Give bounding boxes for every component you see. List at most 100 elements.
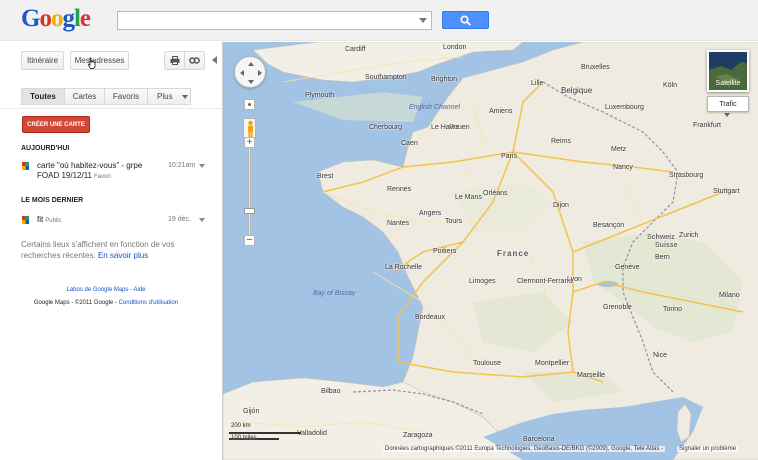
report-problem-link[interactable]: Signaler un problème xyxy=(677,446,739,452)
city-label: Nancy xyxy=(613,164,633,171)
city-label: Frankfurt xyxy=(693,122,722,129)
header: Google xyxy=(0,0,758,41)
map-title-line2[interactable]: FOAD 19/12/11 xyxy=(37,171,92,180)
tab-more-label: Plus xyxy=(157,92,173,101)
city-label: Belgique xyxy=(561,86,593,95)
collapse-panel-icon[interactable] xyxy=(212,56,217,64)
city-label: Nice xyxy=(653,352,668,359)
traffic-button[interactable]: Trafic xyxy=(707,96,749,112)
search-input[interactable] xyxy=(118,12,431,29)
city-label: London xyxy=(443,44,467,51)
recent-note: Certains lieux s'affichent en fonction d… xyxy=(21,239,191,261)
scale-miles-label: 100 miles xyxy=(231,435,257,441)
city-label: Genève xyxy=(615,264,640,271)
itinerary-button[interactable]: Itinéraire xyxy=(21,51,64,70)
city-label: Rennes xyxy=(387,186,412,193)
print-button[interactable] xyxy=(164,51,185,70)
tab-more[interactable]: Plus xyxy=(147,88,191,105)
list-item[interactable]: carte "où habitez-vous" - grpe FOAD 19/1… xyxy=(21,161,211,183)
map-pin-icon xyxy=(22,216,29,224)
tab-favorites[interactable]: Favoris xyxy=(104,88,148,105)
scale-km-bar xyxy=(229,432,301,434)
zoom-in-button[interactable]: + xyxy=(244,137,255,148)
sea-label: Bay of Biscay xyxy=(313,290,356,297)
city-label: Cherbourg xyxy=(369,124,403,131)
city-label: Bern xyxy=(655,254,670,261)
search-icon xyxy=(460,15,472,26)
map-title: fit Public xyxy=(37,215,62,226)
region-label: Schweiz xyxy=(647,234,675,241)
map-title[interactable]: carte "où habitez-vous" - grpe xyxy=(37,161,142,171)
map-time: 10:21am xyxy=(168,162,196,169)
tab-maps[interactable]: Cartes xyxy=(64,88,105,105)
map-pin-icon xyxy=(22,162,29,170)
zoom-slider-track[interactable] xyxy=(248,148,251,236)
city-label: Limoges xyxy=(469,278,496,285)
map-canvas[interactable]: English Channel Bay of Biscay France Car… xyxy=(222,42,758,460)
city-label: Clermont-Ferrand xyxy=(517,278,573,285)
tab-all[interactable]: Toutes xyxy=(21,88,65,105)
city-label: Orléans xyxy=(483,190,508,197)
city-label: Barcelona xyxy=(523,436,555,443)
footer: Google Maps - ©2011 Google - Conditions … xyxy=(0,300,212,306)
city-label: Bilbao xyxy=(321,388,341,395)
city-label: Amiens xyxy=(489,108,513,115)
city-label: Grenoble xyxy=(603,304,632,311)
google-logo[interactable]: Google xyxy=(21,5,91,33)
zoom-slider-handle[interactable] xyxy=(244,208,255,214)
zoom-out-button[interactable]: − xyxy=(244,235,255,246)
create-map-button[interactable]: CRÉER UNE CARTE xyxy=(22,116,90,133)
city-label: Zurich xyxy=(679,232,699,239)
city-label: Montpellier xyxy=(535,360,570,367)
terms-link[interactable]: Conditions d'utilisation xyxy=(119,300,179,306)
city-label: Paris xyxy=(501,153,517,160)
city-label: Luxembourg xyxy=(605,104,644,111)
logo-letter: g xyxy=(62,5,74,32)
city-label: Gijón xyxy=(243,408,260,415)
city-label: Köln xyxy=(663,82,678,89)
map-subline: FOAD 19/12/11 Favori xyxy=(37,171,111,180)
map-base-layer xyxy=(223,42,758,460)
labs-help-link[interactable]: Labos de Google Maps - Aide xyxy=(0,287,212,293)
scale-bar: 200 km 100 miles xyxy=(229,423,309,445)
map-tag: Favori xyxy=(94,174,111,180)
city-label: Tours xyxy=(445,218,463,225)
city-label: Stuttgart xyxy=(713,188,740,195)
logo-letter: G xyxy=(21,5,40,32)
my-addresses-button[interactable]: Mes adresses xyxy=(70,51,129,70)
chevron-down-icon[interactable] xyxy=(199,164,205,168)
section-heading-last-month: LE MOIS DERNIER xyxy=(21,197,84,204)
city-label: Angers xyxy=(419,210,442,217)
city-label: Strasbourg xyxy=(669,172,704,179)
link-button[interactable] xyxy=(184,51,205,70)
zoom-reset-button[interactable] xyxy=(244,99,255,110)
chevron-down-icon[interactable] xyxy=(199,218,205,222)
search-dropdown-icon[interactable] xyxy=(419,18,427,23)
city-label: Reims xyxy=(551,138,571,145)
city-label: Bordeaux xyxy=(415,314,445,321)
chevron-down-icon xyxy=(182,94,188,99)
learn-more-link[interactable]: En savoir plus xyxy=(98,251,148,260)
link-icon xyxy=(189,57,200,64)
map-title-text[interactable]: fit xyxy=(37,215,43,224)
city-label: Brighton xyxy=(431,76,458,83)
city-label: Dijon xyxy=(553,202,569,209)
search-button[interactable] xyxy=(442,11,489,29)
list-item[interactable]: fit Public 19 déc. xyxy=(21,215,211,227)
city-label: Toulouse xyxy=(473,360,502,367)
city-label: Caen xyxy=(401,140,418,147)
map-time: 19 déc. xyxy=(168,216,191,223)
section-heading-today: AUJOURD'HUI xyxy=(21,145,70,152)
pan-control[interactable] xyxy=(234,56,266,88)
filter-tabs: Toutes Cartes Favoris Plus xyxy=(21,88,191,105)
print-icon xyxy=(170,56,179,65)
logo-letter: o xyxy=(39,5,51,32)
city-label: Brest xyxy=(317,173,334,180)
pan-arrows-icon xyxy=(240,62,262,84)
chevron-down-icon[interactable] xyxy=(724,113,730,117)
satellite-label[interactable]: Satellite xyxy=(707,78,749,90)
city-label: Le Mans xyxy=(455,194,482,201)
city-label: Marseille xyxy=(577,372,606,379)
city-label: Le Havre xyxy=(431,124,460,131)
city-label: Lyon xyxy=(567,276,582,283)
